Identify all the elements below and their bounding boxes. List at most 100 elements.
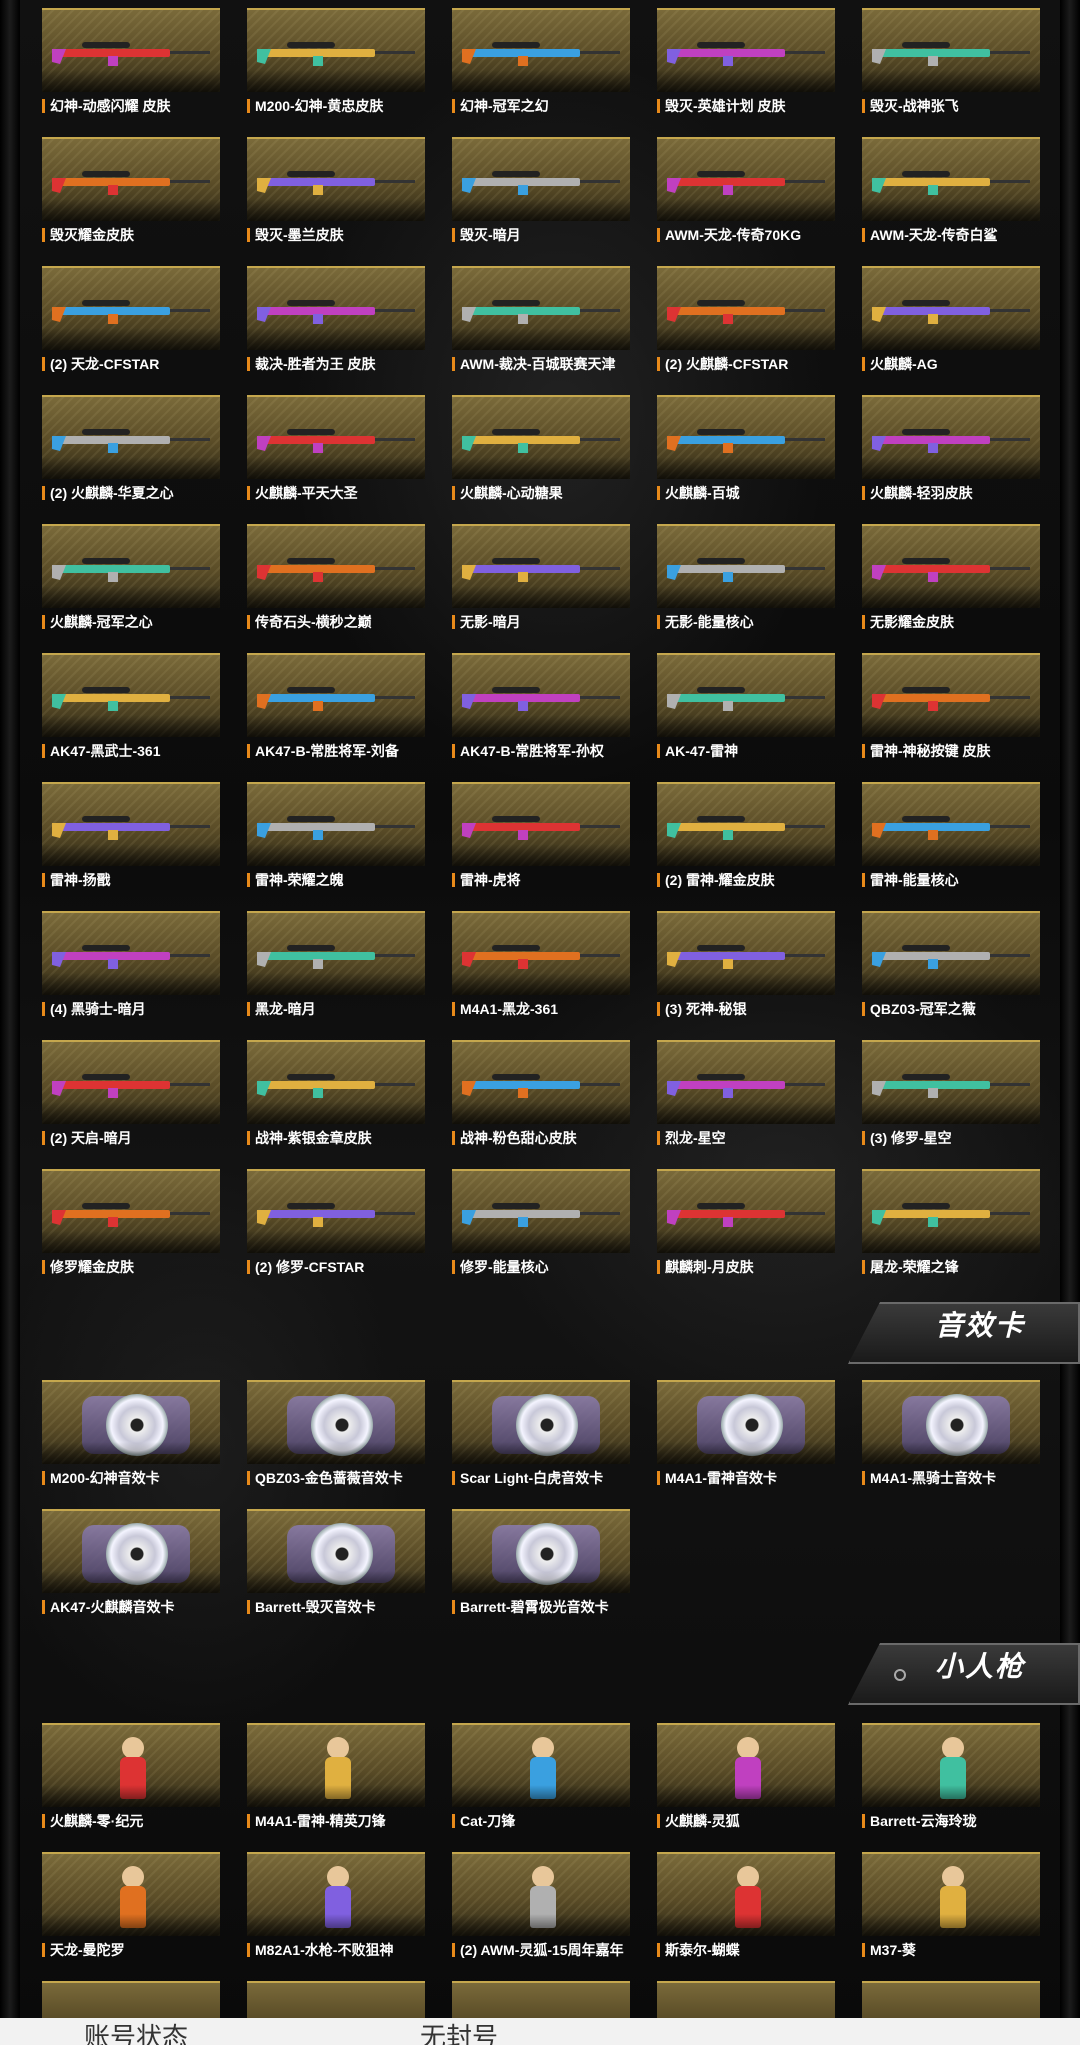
weapon-card[interactable]: 火麒麟-心动糖果 [452, 395, 630, 512]
cd-disc-icon [311, 1523, 373, 1585]
weapon-card[interactable]: 雷神-神秘按键 皮肤 [862, 653, 1040, 770]
weapon-card[interactable]: 屠龙-荣耀之锋 [862, 1169, 1040, 1286]
weapon-thumbnail [862, 395, 1040, 479]
weapon-card[interactable]: 火麒麟-轻羽皮肤 [862, 395, 1040, 512]
weapon-label: AWM-天龙-传奇白鲨 [862, 226, 1040, 244]
weapon-card[interactable]: (2) 雷神-耀金皮肤 [657, 782, 835, 899]
weapon-thumbnail [657, 8, 835, 92]
weapon-label: AWM-天龙-传奇70KG [657, 226, 835, 244]
weapon-icon [872, 300, 1030, 324]
sound-card[interactable]: QBZ03-金色蔷薇音效卡 [247, 1380, 425, 1497]
figure-card[interactable]: M37-葵 [862, 1852, 1040, 1969]
weapon-icon [257, 42, 415, 66]
figure-gun-grid: 火麒麟-零·纪元 M4A1-雷神-精英刀锋 Cat-刀锋 火麒麟-灵狐 Barrett-… [42, 1723, 1040, 1969]
figure-card[interactable]: M4A1-雷神-精英刀锋 [247, 1723, 425, 1840]
weapon-card[interactable]: AK47-黑武士-361 [42, 653, 220, 770]
sound-label: Scar Light-白虎音效卡 [452, 1469, 630, 1487]
partial-row [42, 1981, 1040, 2018]
weapon-card[interactable]: 火麒麟-平天大圣 [247, 395, 425, 512]
figure-label: Cat-刀锋 [452, 1812, 630, 1830]
sound-card[interactable]: M4A1-雷神音效卡 [657, 1380, 835, 1497]
figure-card[interactable]: 火麒麟-零·纪元 [42, 1723, 220, 1840]
figure-card[interactable]: 斯泰尔-蝴蝶 [657, 1852, 835, 1969]
weapon-card[interactable]: (2) 火麒麟-华夏之心 [42, 395, 220, 512]
sound-card[interactable]: M4A1-黑骑士音效卡 [862, 1380, 1040, 1497]
weapon-label: 毁灭-英雄计划 皮肤 [657, 97, 835, 115]
weapon-card[interactable]: 毁灭-英雄计划 皮肤 [657, 8, 835, 125]
figure-card[interactable]: Cat-刀锋 [452, 1723, 630, 1840]
weapon-card[interactable]: AWM-天龙-传奇白鲨 [862, 137, 1040, 254]
weapon-card[interactable]: 幻神-动感闪耀 皮肤 [42, 8, 220, 125]
sound-card[interactable]: Scar Light-白虎音效卡 [452, 1380, 630, 1497]
weapon-card[interactable]: 雷神-扬戬 [42, 782, 220, 899]
weapon-thumbnail [452, 911, 630, 995]
weapon-card[interactable]: 雷神-荣耀之魄 [247, 782, 425, 899]
weapon-icon [872, 1203, 1030, 1227]
figure-body-icon [735, 1757, 761, 1799]
weapon-card[interactable]: 修罗-能量核心 [452, 1169, 630, 1286]
figure-card[interactable]: (2) AWM-灵狐-15周年嘉年 [452, 1852, 630, 1969]
figure-card[interactable]: M82A1-水枪-不败狙神 [247, 1852, 425, 1969]
sound-label: AK47-火麒麟音效卡 [42, 1598, 220, 1616]
figure-label: Barrett-云海玲珑 [862, 1812, 1040, 1830]
figure-body-icon [325, 1757, 351, 1799]
weapon-card[interactable]: 无影-暗月 [452, 524, 630, 641]
partial-card [657, 1981, 835, 2018]
weapon-card[interactable]: 修罗耀金皮肤 [42, 1169, 220, 1286]
weapon-card[interactable]: AK-47-雷神 [657, 653, 835, 770]
weapon-card[interactable]: (2) 天启-暗月 [42, 1040, 220, 1157]
sound-label: Barrett-毁灭音效卡 [247, 1598, 425, 1616]
weapon-card[interactable]: 幻神-冠军之幻 [452, 8, 630, 125]
weapon-card[interactable]: AK47-B-常胜将军-刘备 [247, 653, 425, 770]
weapon-card[interactable]: 火麒麟-冠军之心 [42, 524, 220, 641]
weapon-label: (2) 修罗-CFSTAR [247, 1258, 425, 1276]
weapon-card[interactable]: 烈龙-星空 [657, 1040, 835, 1157]
weapon-card[interactable]: 火麒麟-百城 [657, 395, 835, 512]
weapon-card[interactable]: M200-幻神-黄忠皮肤 [247, 8, 425, 125]
figure-card[interactable]: Barrett-云海玲珑 [862, 1723, 1040, 1840]
figure-card[interactable]: 火麒麟-灵狐 [657, 1723, 835, 1840]
weapon-card[interactable]: (4) 黑骑士-暗月 [42, 911, 220, 1028]
weapon-card[interactable]: 毁灭-战神张飞 [862, 8, 1040, 125]
weapon-card[interactable]: (2) 修罗-CFSTAR [247, 1169, 425, 1286]
sound-card[interactable]: Barrett-碧霄极光音效卡 [452, 1509, 630, 1626]
weapon-thumbnail [657, 653, 835, 737]
weapon-card[interactable]: (2) 火麒麟-CFSTAR [657, 266, 835, 383]
weapon-card[interactable]: 无影-能量核心 [657, 524, 835, 641]
weapon-label: (3) 修罗-星空 [862, 1129, 1040, 1147]
weapon-icon [257, 429, 415, 453]
weapon-card[interactable]: 战神-粉色甜心皮肤 [452, 1040, 630, 1157]
weapon-card[interactable]: 麒麟刺-月皮肤 [657, 1169, 835, 1286]
weapon-icon [257, 558, 415, 582]
weapon-card[interactable]: 黑龙-暗月 [247, 911, 425, 1028]
sound-card[interactable]: AK47-火麒麟音效卡 [42, 1509, 220, 1626]
weapon-thumbnail [247, 1040, 425, 1124]
weapon-card[interactable]: 雷神-能量核心 [862, 782, 1040, 899]
weapon-card[interactable]: 无影耀金皮肤 [862, 524, 1040, 641]
figure-card[interactable]: 天龙-曼陀罗 [42, 1852, 220, 1969]
weapon-thumbnail [452, 137, 630, 221]
weapon-card[interactable]: AWM-天龙-传奇70KG [657, 137, 835, 254]
weapon-card[interactable]: AK47-B-常胜将军-孙权 [452, 653, 630, 770]
weapon-icon [257, 1074, 415, 1098]
weapon-card[interactable]: 毁灭-暗月 [452, 137, 630, 254]
weapon-card[interactable]: 毁灭耀金皮肤 [42, 137, 220, 254]
weapon-card[interactable]: (3) 修罗-星空 [862, 1040, 1040, 1157]
sound-label: Barrett-碧霄极光音效卡 [452, 1598, 630, 1616]
weapon-card[interactable]: (3) 死神-秘银 [657, 911, 835, 1028]
weapon-card[interactable]: 传奇石头-横秒之巅 [247, 524, 425, 641]
weapon-thumbnail [862, 911, 1040, 995]
weapon-card[interactable]: 战神-紫银金章皮肤 [247, 1040, 425, 1157]
weapon-card[interactable]: AWM-裁决-百城联赛天津 [452, 266, 630, 383]
weapon-card[interactable]: QBZ03-冠军之薇 [862, 911, 1040, 1028]
weapon-card[interactable]: 火麒麟-AG [862, 266, 1040, 383]
weapon-thumbnail [247, 8, 425, 92]
sound-thumbnail [452, 1509, 630, 1593]
weapon-card[interactable]: 毁灭-墨兰皮肤 [247, 137, 425, 254]
sound-card[interactable]: M200-幻神音效卡 [42, 1380, 220, 1497]
weapon-card[interactable]: 雷神-虎将 [452, 782, 630, 899]
weapon-card[interactable]: (2) 天龙-CFSTAR [42, 266, 220, 383]
weapon-card[interactable]: M4A1-黑龙-361 [452, 911, 630, 1028]
sound-card[interactable]: Barrett-毁灭音效卡 [247, 1509, 425, 1626]
weapon-card[interactable]: 裁决-胜者为王 皮肤 [247, 266, 425, 383]
